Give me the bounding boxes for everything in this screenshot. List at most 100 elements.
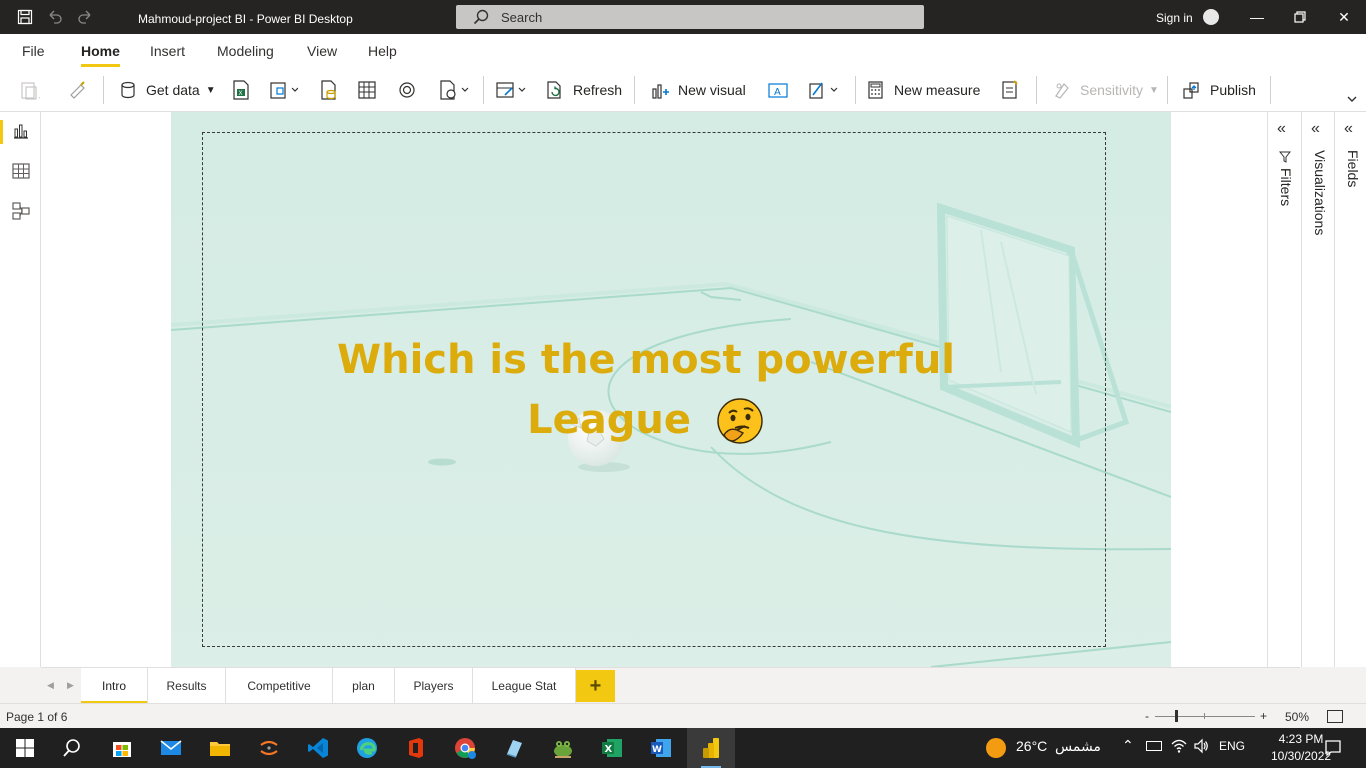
save-icon[interactable] <box>17 9 33 25</box>
headline-line-2-wrapper: League <box>321 390 971 450</box>
tab-competitive[interactable]: Competitive <box>226 668 333 704</box>
redo-icon[interactable] <box>77 9 93 25</box>
thinking-face-icon <box>715 397 765 447</box>
edge-browser-icon[interactable] <box>355 736 379 760</box>
excel-workbook-icon[interactable]: X <box>230 79 252 101</box>
collapse-fields-icon[interactable]: « <box>1344 120 1353 138</box>
zoom-slider-thumb[interactable] <box>1175 710 1178 722</box>
dataverse-icon[interactable] <box>396 79 418 101</box>
search-box[interactable]: Search <box>456 5 924 29</box>
scroll-tabs-right-icon[interactable]: ▶ <box>67 680 74 691</box>
format-painter-icon[interactable] <box>67 79 89 101</box>
text-box-icon[interactable]: A <box>767 79 789 101</box>
fit-to-page-icon[interactable] <box>1327 710 1343 723</box>
refresh-icon <box>547 81 561 99</box>
restore-icon[interactable] <box>1292 9 1308 25</box>
menu-home[interactable]: Home <box>81 43 120 67</box>
transform-data-icon[interactable] <box>495 79 526 101</box>
data-hub-icon[interactable] <box>268 79 299 101</box>
menu-modeling[interactable]: Modeling <box>217 43 274 59</box>
publish-button[interactable]: Publish <box>1182 79 1256 101</box>
svg-text:⌄: ⌄ <box>37 92 40 101</box>
sign-in-link[interactable]: Sign in <box>1156 11 1193 25</box>
excel-icon[interactable]: X <box>600 736 624 760</box>
get-data-label: Get data <box>146 82 200 98</box>
windows-start-icon[interactable] <box>13 736 37 760</box>
menu-view[interactable]: View <box>307 43 337 59</box>
headline-line-1: Which is the most powerful <box>336 337 956 383</box>
file-explorer-icon[interactable] <box>208 736 232 760</box>
speaker-icon[interactable] <box>1193 738 1209 754</box>
new-visual-icon <box>652 84 669 99</box>
fields-pane[interactable]: « Fields <box>1334 112 1366 667</box>
weather-temperature[interactable]: 26°C <box>1016 738 1047 754</box>
filters-pane[interactable]: « Filters <box>1267 112 1301 667</box>
search-icon[interactable] <box>60 736 84 760</box>
weather-sun-icon[interactable] <box>986 738 1006 758</box>
paste-icon[interactable]: ⌄ <box>18 79 44 101</box>
chevron-down-icon: ▼ <box>1149 84 1159 96</box>
photo-app-icon[interactable] <box>502 736 526 760</box>
input-language[interactable]: ENG <box>1219 739 1245 753</box>
system-clock[interactable]: 4:23 PM 10/30/2022 <box>1271 731 1331 765</box>
notifications-icon[interactable] <box>1324 739 1342 757</box>
close-icon[interactable]: ✕ <box>1336 9 1352 25</box>
frog-game-icon[interactable] <box>551 736 575 760</box>
sql-server-icon[interactable] <box>318 79 340 101</box>
minimize-icon[interactable]: — <box>1249 9 1265 25</box>
visualizations-pane[interactable]: « Visualizations <box>1301 112 1334 667</box>
tab-intro[interactable]: Intro <box>81 668 148 704</box>
ribbon-separator <box>855 76 856 104</box>
recent-sources-icon[interactable] <box>438 79 469 101</box>
tab-players[interactable]: Players <box>395 668 473 704</box>
ribbon-expand-chevron-icon[interactable] <box>1345 92 1359 106</box>
word-icon[interactable]: W <box>649 736 673 760</box>
zoom-percent[interactable]: 50% <box>1285 710 1309 724</box>
get-data-button[interactable]: Get data ▼ <box>118 79 216 101</box>
new-measure-button[interactable]: New measure <box>866 79 980 101</box>
add-page-button[interactable]: + <box>576 670 615 702</box>
title-bar: Mahmoud-project BI - Power BI Desktop Se… <box>0 0 1366 34</box>
tab-results[interactable]: Results <box>148 668 226 704</box>
collapse-visualizations-icon[interactable]: « <box>1311 120 1320 138</box>
chevron-down-icon: ▼ <box>205 84 216 96</box>
scroll-tabs-left-icon[interactable]: ◀ <box>47 680 54 691</box>
data-view-icon[interactable] <box>11 161 31 181</box>
mail-icon[interactable] <box>159 736 183 760</box>
report-view-icon[interactable] <box>11 121 31 141</box>
vscode-icon[interactable] <box>306 736 330 760</box>
office-icon[interactable] <box>404 736 428 760</box>
jupyter-icon[interactable] <box>257 736 281 760</box>
quick-measure-icon[interactable] <box>999 79 1021 101</box>
weather-label[interactable]: مشمس <box>1055 738 1101 755</box>
headline-text: Which is the most powerful League <box>321 330 971 450</box>
filter-funnel-icon <box>1278 150 1292 163</box>
show-hidden-icons-chevron-icon[interactable]: ⌃ <box>1122 737 1134 754</box>
zoom-in-button[interactable]: + <box>1260 709 1267 723</box>
wifi-icon[interactable] <box>1171 738 1187 754</box>
battery-icon[interactable] <box>1146 741 1162 751</box>
model-view-icon[interactable] <box>11 201 31 221</box>
ribbon-separator <box>1167 76 1168 104</box>
tab-plan[interactable]: plan <box>333 668 395 704</box>
sensitivity-label: Sensitivity <box>1080 82 1144 98</box>
new-visual-button[interactable]: New visual <box>650 79 746 101</box>
visualizations-label: Visualizations <box>1312 150 1328 236</box>
refresh-button[interactable]: Refresh <box>545 79 622 101</box>
more-visuals-icon[interactable] <box>808 79 838 101</box>
menu-insert[interactable]: Insert <box>150 43 185 59</box>
collapse-filters-icon[interactable]: « <box>1277 120 1286 138</box>
ribbon-toolbar: ⌄ Get data ▼ X Refresh New visual A <box>0 68 1366 112</box>
zoom-slider-track[interactable] <box>1155 716 1255 717</box>
enter-data-icon[interactable] <box>356 79 378 101</box>
menu-file[interactable]: File <box>22 43 45 59</box>
chrome-icon[interactable] <box>453 736 477 760</box>
tab-league-stat[interactable]: League Stat <box>473 668 576 704</box>
avatar[interactable] <box>1203 9 1219 25</box>
menu-help[interactable]: Help <box>368 43 397 59</box>
undo-icon[interactable] <box>47 9 63 25</box>
microsoft-store-icon[interactable] <box>110 736 134 760</box>
sensitivity-button[interactable]: Sensitivity ▼ <box>1052 79 1159 101</box>
zoom-out-button[interactable]: - <box>1145 709 1149 723</box>
new-measure-label: New measure <box>894 82 981 98</box>
